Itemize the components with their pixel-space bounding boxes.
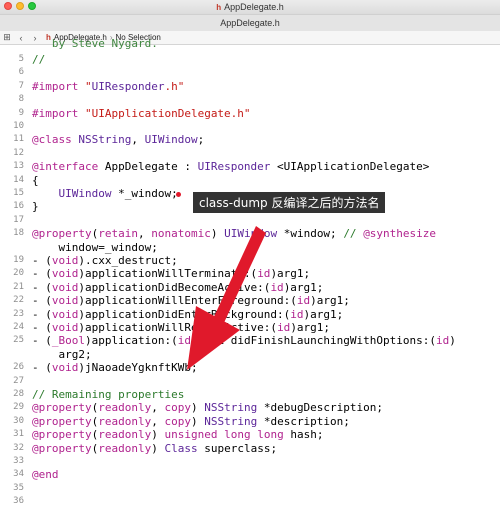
- code-line: @class NSString, UIWindow;: [32, 133, 205, 147]
- code-line: - (_Bool)application:(id)arg1 didFinishL…: [32, 334, 456, 348]
- breakpoint-marker: [176, 192, 181, 197]
- code-line: UIWindow *_window;: [58, 187, 178, 200]
- line-number: 11: [13, 134, 24, 145]
- line-number: 30: [13, 415, 24, 426]
- line-number: 25: [13, 335, 24, 346]
- line-number: 13: [13, 161, 24, 172]
- line-number: 8: [18, 94, 24, 105]
- code-line: @end: [32, 468, 59, 482]
- header-file-icon: h: [216, 2, 222, 12]
- code-line: // Remaining properties: [32, 388, 185, 401]
- window-title-text: AppDelegate.h: [224, 2, 284, 12]
- line-number: 27: [13, 375, 24, 386]
- code-line: #import "UIResponder.h": [32, 79, 185, 93]
- code-line: - (void)applicationWillEnterForeground:(…: [32, 294, 350, 308]
- line-number: 36: [13, 496, 24, 506]
- line-number: 18: [13, 228, 24, 239]
- line-number: 7: [18, 80, 24, 91]
- code-line: #import "UIApplicationDelegate.h": [32, 106, 251, 120]
- code-line: - (void)jNaoadeYgknftKWb;: [32, 361, 198, 375]
- code-line: window=_window;: [32, 240, 158, 254]
- line-number: 15: [13, 188, 24, 198]
- code-line: @property(retain, nonatomic) UIWindow *w…: [32, 227, 437, 241]
- line-number: 16: [13, 201, 24, 212]
- line-number: 31: [13, 429, 24, 440]
- source-editor[interactable]: by Steve Nygard. 5 // 6 7 #import "UIRespond…: [0, 37, 500, 506]
- minimize-button[interactable]: [16, 2, 24, 10]
- code-line: //: [32, 53, 46, 66]
- line-number: 6: [18, 67, 24, 78]
- annotation-label: class-dump 反编译之后的方法名: [193, 192, 386, 213]
- zoom-button[interactable]: [28, 2, 36, 10]
- line-number: 20: [13, 268, 24, 279]
- xcode-window: h AppDelegate.h AppDelegate.h ⊞ ‹ › h Ap…: [0, 0, 500, 506]
- line-number: 35: [13, 482, 24, 493]
- code-line: @property(readonly) Class superclass;: [32, 441, 278, 455]
- window-title: h AppDelegate.h: [216, 2, 283, 12]
- line-number: 21: [13, 281, 24, 292]
- line-number: 26: [13, 362, 24, 373]
- code-line: - (void)applicationWillTerminate:(id)arg…: [32, 267, 311, 281]
- close-button[interactable]: [4, 2, 12, 10]
- code-line: @property(readonly) unsigned long long h…: [32, 428, 324, 442]
- line-number: 9: [18, 107, 24, 118]
- window-controls: [4, 2, 36, 10]
- line-number: 34: [13, 469, 24, 480]
- line-number: 22: [13, 295, 24, 306]
- line-number: 29: [13, 402, 24, 413]
- tab-bar: AppDelegate.h: [0, 14, 500, 32]
- title-bar: h AppDelegate.h: [0, 0, 500, 14]
- line-number: 23: [13, 308, 24, 319]
- line-number: 33: [13, 456, 24, 466]
- code-line: }: [32, 200, 39, 214]
- code-line: {: [32, 173, 39, 187]
- line-number: 32: [13, 442, 24, 453]
- grid-icon[interactable]: ⊞: [0, 32, 14, 43]
- code-line: - (void).cxx_destruct;: [32, 254, 178, 267]
- back-arrow-icon[interactable]: ‹: [14, 33, 28, 43]
- line-number: 19: [13, 255, 24, 265]
- line-number: 28: [13, 389, 24, 399]
- line-number: 5: [18, 54, 24, 64]
- line-number: 17: [13, 214, 24, 225]
- line-number: 12: [13, 147, 24, 158]
- code-line: - (void)applicationWillResignActive:(id)…: [32, 321, 331, 334]
- line-number: 10: [13, 121, 24, 131]
- code-line: arg2;: [32, 347, 92, 361]
- tab-appdelegate[interactable]: AppDelegate.h: [220, 18, 280, 28]
- code-line: @property(readonly, copy) NSString *desc…: [32, 414, 350, 428]
- code-line: @interface AppDelegate : UIResponder <UI…: [32, 160, 430, 174]
- line-number: 14: [13, 174, 24, 185]
- code-line: - (void)applicationDidEnterBackground:(i…: [32, 307, 344, 321]
- line-number: 24: [13, 322, 24, 332]
- code-line: @property(readonly, copy) NSString *debu…: [32, 401, 384, 415]
- code-line: - (void)applicationDidBecomeActive:(id)a…: [32, 280, 324, 294]
- code-line-partial: by Steve Nygard.: [32, 37, 158, 50]
